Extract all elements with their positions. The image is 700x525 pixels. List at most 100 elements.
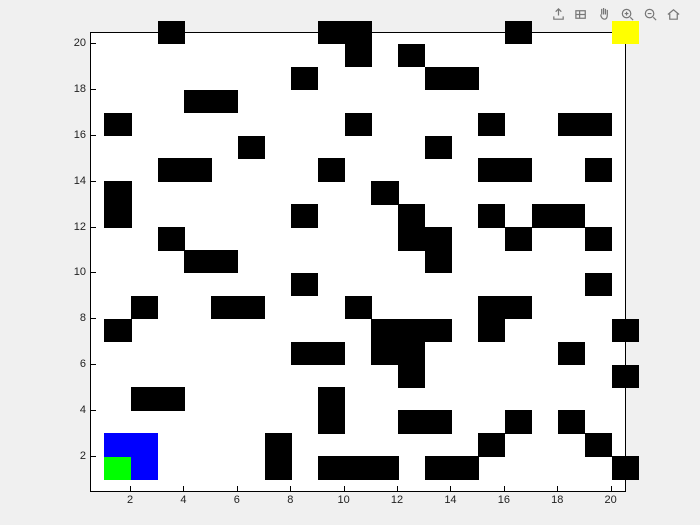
grid-cell [451, 456, 478, 479]
grid-cell [398, 204, 425, 227]
grid-cell [425, 410, 452, 433]
grid-cell [478, 319, 505, 342]
grid-cell [478, 433, 505, 456]
grid-cell [585, 158, 612, 181]
grid-cell [318, 387, 345, 410]
grid-cell [345, 44, 372, 67]
grid-cell [291, 67, 318, 90]
grid-cell [585, 113, 612, 136]
x-tick-label: 18 [551, 494, 563, 506]
grid-cell [104, 204, 131, 227]
grid-cell [184, 158, 211, 181]
grid-cell [585, 433, 612, 456]
grid-cell [131, 456, 158, 479]
grid-cell [265, 433, 292, 456]
grid-cell [532, 204, 559, 227]
grid-cell [478, 158, 505, 181]
x-tick-label: 16 [498, 494, 510, 506]
zoom-out-icon[interactable] [642, 6, 659, 23]
grid-cell [425, 319, 452, 342]
grid-cell [425, 227, 452, 250]
grid-cell [265, 456, 292, 479]
grid-cell [131, 433, 158, 456]
grid-cell [585, 227, 612, 250]
y-tick-label: 20 [62, 37, 86, 49]
grid-cell [558, 113, 585, 136]
grid-cell [451, 67, 478, 90]
grid-cell [158, 387, 185, 410]
grid-cell [585, 273, 612, 296]
grid-cell [184, 250, 211, 273]
grid-cell [291, 273, 318, 296]
y-tick-label: 8 [62, 312, 86, 324]
grid-cell [318, 456, 345, 479]
grid-cell [371, 181, 398, 204]
grid-cell [104, 433, 131, 456]
grid-cell [158, 158, 185, 181]
y-tick-label: 12 [62, 221, 86, 233]
brush-icon[interactable] [573, 6, 590, 23]
grid-cell [398, 365, 425, 388]
grid-cell [398, 319, 425, 342]
x-tick-label: 20 [605, 494, 617, 506]
grid-cell [478, 204, 505, 227]
grid-axes [90, 32, 626, 492]
grid-cell [612, 456, 639, 479]
grid-cell [238, 296, 265, 319]
x-tick-label: 4 [180, 494, 186, 506]
grid-cell [505, 21, 532, 44]
grid-cell [425, 136, 452, 159]
grid-cell [398, 342, 425, 365]
export-icon[interactable] [550, 6, 567, 23]
grid-cell [425, 456, 452, 479]
y-tick-label: 2 [62, 450, 86, 462]
x-tick-label: 2 [127, 494, 133, 506]
grid-cell [505, 296, 532, 319]
grid-cell [211, 296, 238, 319]
grid-cell [398, 410, 425, 433]
x-tick-label: 14 [444, 494, 456, 506]
grid-cell [345, 456, 372, 479]
grid-cell [318, 21, 345, 44]
grid-cell [131, 296, 158, 319]
y-tick-label: 14 [62, 175, 86, 187]
grid-cell [425, 250, 452, 273]
grid-cell [158, 21, 185, 44]
grid-cell [371, 319, 398, 342]
grid-cell [238, 136, 265, 159]
pan-icon[interactable] [596, 6, 613, 23]
grid-cell [612, 319, 639, 342]
grid-cell [345, 113, 372, 136]
x-tick-label: 8 [287, 494, 293, 506]
grid-cell [318, 410, 345, 433]
grid-cell [505, 227, 532, 250]
x-tick-label: 10 [338, 494, 350, 506]
y-tick-label: 16 [62, 129, 86, 141]
grid-cell [505, 158, 532, 181]
y-tick-label: 4 [62, 404, 86, 416]
grid-cell [345, 21, 372, 44]
x-tick-label: 12 [391, 494, 403, 506]
grid-cell [104, 319, 131, 342]
grid-cell [318, 158, 345, 181]
grid-cell [131, 387, 158, 410]
y-tick-label: 18 [62, 83, 86, 95]
x-tick-label: 6 [234, 494, 240, 506]
grid-cell [398, 227, 425, 250]
grid-cell [211, 90, 238, 113]
grid-cell [291, 204, 318, 227]
grid-cell [291, 342, 318, 365]
grid-cell [612, 365, 639, 388]
y-tick-label: 6 [62, 358, 86, 370]
y-tick-label: 10 [62, 266, 86, 278]
home-icon[interactable] [665, 6, 682, 23]
grid-cell [425, 67, 452, 90]
grid-cell [318, 342, 345, 365]
grid-cell [345, 296, 372, 319]
grid-cell [558, 342, 585, 365]
grid-cell [104, 113, 131, 136]
grid-cell [505, 410, 532, 433]
grid-cell [184, 90, 211, 113]
grid-cell [612, 21, 639, 44]
grid-cell [104, 181, 131, 204]
